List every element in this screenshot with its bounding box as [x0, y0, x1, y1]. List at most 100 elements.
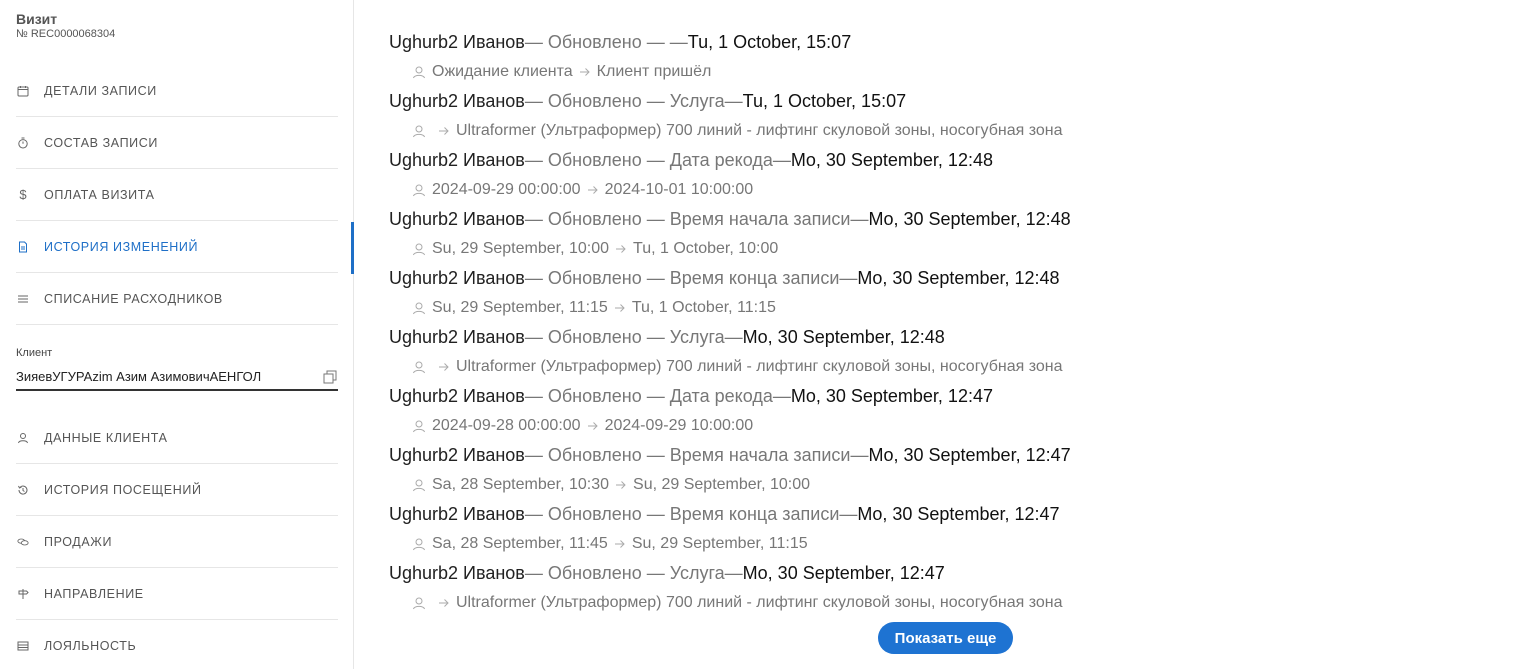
user-icon: [412, 360, 426, 374]
history-user: Ughurb2 Иванов: [389, 563, 525, 583]
history-change: Sa, 28 September, 10:30 Su, 29 September…: [412, 475, 810, 495]
history-entry: Ughurb2 Иванов— Обновлено — —Tu, 1 Octob…: [389, 31, 851, 53]
history-date: Mo, 30 September, 12:47: [790, 386, 993, 406]
history-change: 2024-09-29 00:00:00 2024-10-01 10:00:00: [412, 180, 753, 200]
change-to: Ultraformer (Ультраформер) 700 линий - л…: [456, 358, 1063, 375]
change-to: Tu, 1 October, 11:15: [631, 299, 776, 316]
arrow-right-icon: [438, 362, 450, 372]
user-icon: [412, 183, 426, 197]
document-icon: [17, 241, 29, 253]
change-from: Sa, 28 September, 11:45: [432, 535, 608, 552]
nav-item-consumables[interactable]: СПИСАНИЕ РАСХОДНИКОВ: [16, 273, 338, 325]
history-user: Ughurb2 Иванов: [389, 268, 525, 288]
history-entry: Ughurb2 Иванов— Обновлено — Услуга—Mo, 3…: [389, 326, 945, 348]
nav-label-sales: ПРОДАЖИ: [44, 534, 113, 549]
history-date: Mo, 30 September, 12:48: [790, 150, 993, 170]
user-icon: [412, 124, 426, 138]
change-from: Su, 29 September, 10:00: [432, 240, 610, 257]
change-from: 2024-09-28 00:00:00: [432, 417, 581, 434]
card-icon: [17, 640, 29, 652]
history-date: Tu, 1 October, 15:07: [742, 91, 907, 111]
history-date: Mo, 30 September, 12:47: [868, 445, 1071, 465]
change-to: Tu, 1 October, 10:00: [633, 240, 779, 257]
signpost-icon: [17, 588, 29, 600]
arrow-right-icon: [587, 421, 599, 431]
history-entry: Ughurb2 Иванов— Обновлено — Дата рекода—…: [389, 149, 993, 171]
arrow-right-icon: [615, 480, 627, 490]
history-date: Tu, 1 October, 15:07: [687, 32, 852, 52]
change-to: 2024-09-29 10:00:00: [604, 417, 754, 434]
arrow-right-icon: [579, 67, 591, 77]
nav-item-direction[interactable]: НАПРАВЛЕНИЕ: [16, 568, 338, 620]
history-change: Ultraformer (Ультраформер) 700 линий - л…: [412, 357, 1063, 377]
history-user: Ughurb2 Иванов: [389, 91, 525, 111]
history-change: Su, 29 September, 10:00 Tu, 1 October, 1…: [412, 239, 778, 259]
client-label: Клиент: [16, 347, 53, 359]
change-to: Ultraformer (Ультраформер) 700 линий - л…: [456, 122, 1063, 139]
history-entry: Ughurb2 Иванов— Обновлено — Услуга—Tu, 1…: [389, 90, 906, 112]
history-user: Ughurb2 Иванов: [389, 445, 525, 465]
history-meta: — Обновлено — Услуга—: [524, 91, 743, 111]
nav-label-direction: НАПРАВЛЕНИЕ: [44, 586, 144, 601]
history-meta: — Обновлено — Время начала записи—: [524, 209, 869, 229]
active-indicator: [351, 222, 354, 274]
nav-item-loyalty[interactable]: ЛОЯЛЬНОСТЬ: [16, 620, 338, 669]
history-date: Mo, 30 September, 12:48: [868, 209, 1071, 229]
arrow-right-icon: [614, 539, 626, 549]
nav-label-loyalty: ЛОЯЛЬНОСТЬ: [44, 639, 137, 653]
arrow-right-icon: [438, 126, 450, 136]
history-meta: — Обновлено — Дата рекода—: [524, 386, 791, 406]
nav-item-history[interactable]: ИСТОРИЯ ИЗМЕНЕНИЙ: [16, 221, 338, 273]
history-user: Ughurb2 Иванов: [389, 150, 525, 170]
history-icon: [17, 484, 29, 496]
visit-number: № REC0000068304: [16, 28, 116, 40]
change-from: 2024-09-29 00:00:00: [432, 181, 581, 198]
user-icon: [412, 596, 426, 610]
nav-item-sales[interactable]: ПРОДАЖИ: [16, 516, 338, 568]
calendar-icon: [17, 85, 29, 97]
history-meta: — Обновлено — Время конца записи—: [524, 504, 858, 524]
nav-item-client-data[interactable]: ДАННЫЕ КЛИЕНТА: [16, 412, 338, 464]
show-more-button[interactable]: Показать еще: [878, 622, 1013, 654]
dollar-icon: $: [19, 187, 27, 202]
app: Визит № REC0000068304 ДЕТАЛИ ЗАПИСИ СОСТ…: [0, 0, 1535, 669]
nav-label-client-data: ДАННЫЕ КЛИЕНТА: [44, 430, 168, 445]
change-to: Ultraformer (Ультраформер) 700 линий - л…: [456, 594, 1063, 611]
history-user: Ughurb2 Иванов: [389, 209, 525, 229]
nav-item-details[interactable]: ДЕТАЛИ ЗАПИСИ: [16, 65, 338, 117]
history-date: Mo, 30 September, 12:48: [742, 327, 945, 347]
history-meta: — Обновлено — Дата рекода—: [524, 150, 791, 170]
nav-label-history: ИСТОРИЯ ИЗМЕНЕНИЙ: [44, 239, 199, 254]
user-icon: [412, 242, 426, 256]
client-field[interactable]: ЗияевУГУРАzim Азим АзимовичАЕНГОЛ: [16, 364, 338, 391]
history-change: Ultraformer (Ультраформер) 700 линий - л…: [412, 121, 1063, 141]
arrow-right-icon: [438, 598, 450, 608]
menu-icon: [17, 293, 29, 305]
nav-label-payment: ОПЛАТА ВИЗИТА: [44, 187, 155, 202]
nav-item-visits-history[interactable]: ИСТОРИЯ ПОСЕЩЕНИЙ: [16, 464, 338, 516]
arrow-right-icon: [587, 185, 599, 195]
change-to: Su, 29 September, 11:15: [631, 535, 808, 552]
history-change: Su, 29 September, 11:15 Tu, 1 October, 1…: [412, 298, 776, 318]
copy-icon[interactable]: [322, 369, 338, 385]
nav-label-composition: СОСТАВ ЗАПИСИ: [44, 135, 158, 150]
history-meta: — Обновлено — Время конца записи—: [524, 268, 858, 288]
history-meta: — Обновлено — —: [524, 32, 688, 52]
history-change: Ожидание клиента Клиент пришёл: [412, 62, 711, 82]
coins-icon: [17, 536, 29, 548]
nav-item-composition[interactable]: СОСТАВ ЗАПИСИ: [16, 117, 338, 169]
history-entry: Ughurb2 Иванов— Обновлено — Время конца …: [389, 267, 1060, 289]
history-entry: Ughurb2 Иванов— Обновлено — Дата рекода—…: [389, 385, 993, 407]
history-change: Ultraformer (Ультраформер) 700 линий - л…: [412, 593, 1063, 613]
change-from: Sa, 28 September, 10:30: [432, 476, 610, 493]
nav-label-consumables: СПИСАНИЕ РАСХОДНИКОВ: [44, 291, 223, 306]
arrow-right-icon: [615, 244, 627, 254]
sidebar: Визит № REC0000068304 ДЕТАЛИ ЗАПИСИ СОСТ…: [0, 0, 354, 669]
nav-label-details: ДЕТАЛИ ЗАПИСИ: [44, 83, 157, 98]
history-entry: Ughurb2 Иванов— Обновлено — Время конца …: [389, 503, 1060, 525]
timer-icon: [17, 137, 29, 149]
history-meta: — Обновлено — Время начала записи—: [524, 445, 869, 465]
nav-item-payment[interactable]: $ ОПЛАТА ВИЗИТА: [16, 169, 338, 221]
user-icon: [412, 537, 426, 551]
change-from: Ожидание клиента: [432, 63, 573, 80]
